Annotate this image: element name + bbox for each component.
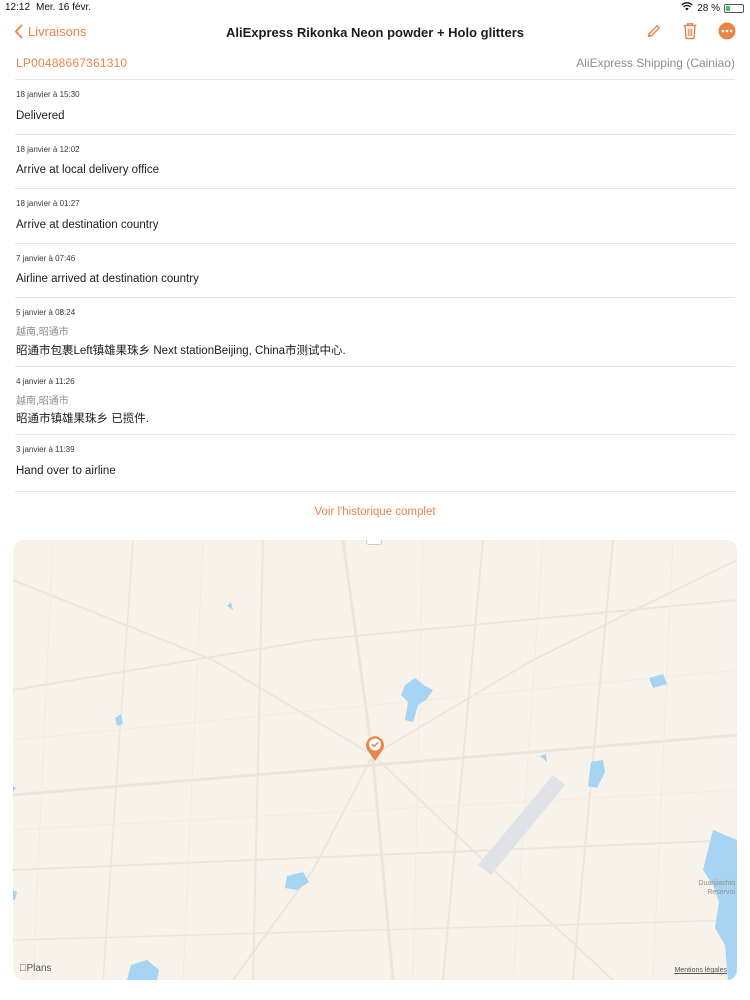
battery-percent: 28 % [697,2,720,14]
list-item[interactable]: 18 janvier à 15:30 Delivered [15,90,735,134]
event-date: 18 janvier à 15:30 [16,90,80,99]
divider [15,134,735,135]
tracking-number[interactable]: LP00488667361310 [16,56,127,70]
event-date: 5 janvier à 08:24 [16,308,76,317]
status-time: 12:12 [5,2,31,13]
carrier-name: AliExpress Shipping (Cainiao) [576,56,735,70]
legal-link[interactable]: Mentions légales [674,967,727,974]
more-icon[interactable] [718,22,736,40]
maps-logo: Plans [19,963,52,974]
event-location: 越南,昭通市 [16,327,69,338]
map-label: Reservoi [707,889,735,896]
map-label: Duanjiashiq [698,880,735,887]
list-item[interactable]: 3 janvier à 11:39 Hand over to airline [15,445,735,491]
list-item[interactable]: 4 janvier à 11:26 越南,昭通市 昭通市镇雄果珠乡 已揽件. [15,377,735,434]
event-description: Airline arrived at destination country [16,273,199,285]
navigation-bar: Livraisons AliExpress Rikonka Neon powde… [0,20,750,48]
status-bar: 12:12 Mer. 16 févr. 28 % [0,0,750,16]
list-item[interactable]: 7 janvier à 07:46 Airline arrived at des… [15,254,735,297]
list-item[interactable]: 5 janvier à 08:24 越南,昭通市 昭通市包裹Left镇雄果珠乡 … [15,308,735,366]
event-location: 越南,昭通市 [16,396,69,407]
event-description: Arrive at destination country [16,219,159,231]
map-view[interactable]: Duanjiashiq Reservoi Plans Mentions lég… [13,540,737,980]
event-date: 7 janvier à 07:46 [16,254,76,263]
back-button-label: Livraisons [28,24,87,39]
event-description: Delivered [16,110,65,122]
maps-logo-text: Plans [19,963,52,974]
divider [15,366,735,367]
back-button[interactable]: Livraisons [14,24,87,39]
pencil-icon[interactable] [646,23,662,39]
divider [15,434,735,435]
event-description: Hand over to airline [16,465,116,477]
divider [15,297,735,298]
event-description: 昭通市镇雄果珠乡 已揽件. [16,413,149,425]
divider [15,188,735,189]
list-item[interactable]: 18 janvier à 12:02 Arrive at local deliv… [15,145,735,188]
event-date: 4 janvier à 11:26 [16,377,75,386]
trash-icon[interactable] [682,22,698,40]
event-date: 18 janvier à 12:02 [16,145,80,154]
list-item[interactable]: 18 janvier à 01:27 Arrive at destination… [15,199,735,243]
map-grabber[interactable] [366,540,382,545]
event-date: 3 janvier à 11:39 [16,445,75,454]
divider [15,491,735,492]
event-description: 昭通市包裹Left镇雄果珠乡 Next stationBeijing, Chin… [16,345,346,357]
event-date: 18 janvier à 01:27 [16,199,80,208]
chevron-left-icon [14,24,23,39]
full-history-link[interactable]: Voir l'historique complet [0,506,750,518]
battery-fill [726,5,730,11]
divider [15,79,735,80]
location-pin-icon[interactable] [364,734,386,762]
tracking-row: LP00488667361310 AliExpress Shipping (Ca… [15,56,735,72]
status-indicators: 28 % [681,2,744,14]
page-title: AliExpress Rikonka Neon powder + Holo gl… [226,25,524,40]
nav-actions [646,22,736,40]
divider [15,243,735,244]
status-date: Mer. 16 févr. [36,2,92,13]
event-description: Arrive at local delivery office [16,164,159,176]
apple-icon:  [19,963,27,974]
battery-icon [724,3,744,13]
wifi-icon [681,2,693,14]
